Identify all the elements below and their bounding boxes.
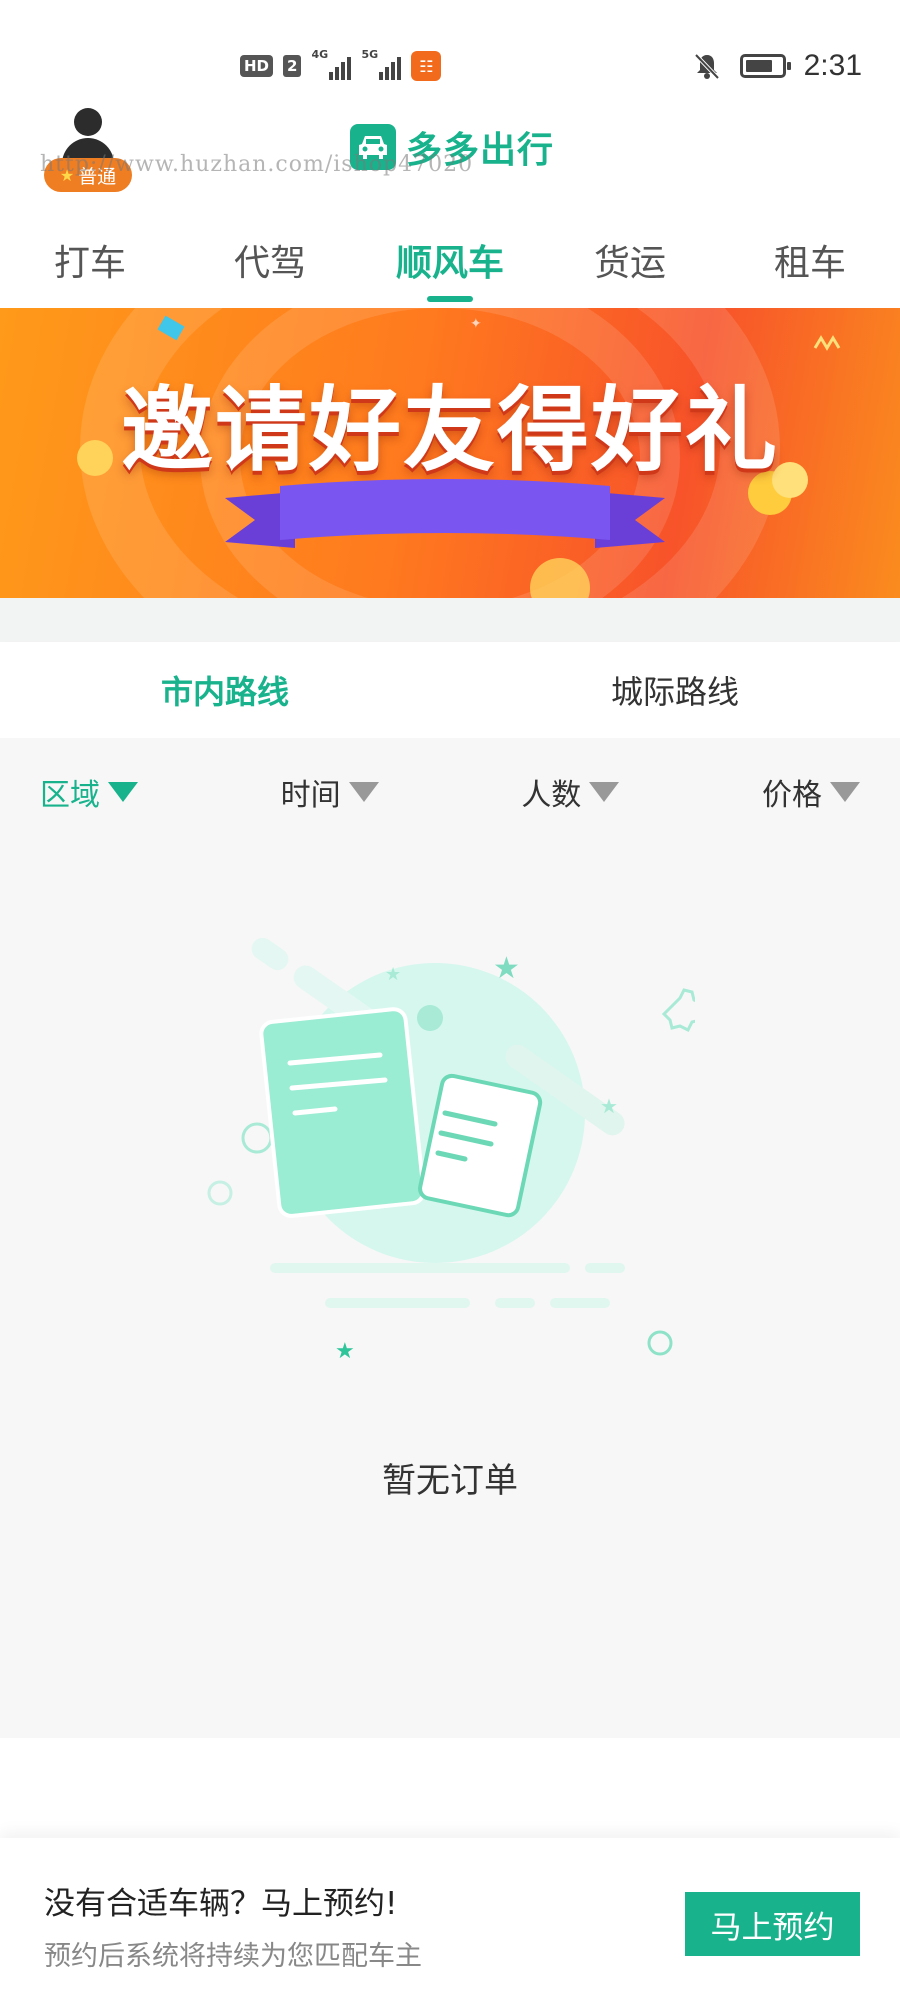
status-bar: HD 2 4G 5G ☷ 2:31 bbox=[0, 0, 900, 100]
signal-5g-icon: 5G bbox=[361, 48, 402, 80]
battery-icon bbox=[739, 54, 791, 78]
tab-designated-driver[interactable]: 代驾 bbox=[180, 210, 360, 310]
watermark-text: http://www.huzhan.com/ishop47020 bbox=[40, 152, 474, 177]
tab-intercity-route[interactable]: 城际路线 bbox=[450, 642, 900, 738]
filter-seats[interactable]: 人数 bbox=[521, 762, 620, 822]
route-tab-label: 城际路线 bbox=[610, 673, 739, 711]
route-switch: 市内路线 城际路线 bbox=[0, 642, 900, 738]
filter-bar: 区域 时间 人数 价格 bbox=[0, 762, 900, 822]
dropdown-triangle-icon bbox=[108, 782, 138, 802]
bell-off-icon bbox=[692, 51, 722, 81]
filter-label: 人数 bbox=[521, 778, 582, 813]
filter-label: 时间 bbox=[280, 778, 341, 813]
tab-label: 代驾 bbox=[233, 243, 306, 284]
tab-label: 租车 bbox=[773, 243, 846, 284]
banner-title: 邀请好友得好礼 bbox=[120, 377, 779, 484]
hd-badge: HD bbox=[240, 55, 274, 77]
tab-taxi[interactable]: 打车 bbox=[0, 210, 180, 310]
filter-area[interactable]: 区域 bbox=[40, 762, 138, 822]
reservation-title: 没有合适车辆？马上预约! bbox=[44, 1886, 398, 1922]
notification-app-icon: ☷ bbox=[411, 51, 442, 81]
banner-ribbon bbox=[225, 479, 665, 548]
bottom-spacer bbox=[0, 1738, 900, 1838]
filter-price[interactable]: 价格 bbox=[762, 762, 860, 822]
network-type-5g: 5G bbox=[361, 48, 379, 61]
dropdown-triangle-icon bbox=[589, 782, 620, 802]
dropdown-triangle-icon bbox=[348, 782, 379, 802]
status-right: 2:31 bbox=[692, 46, 862, 86]
network-type-4g: 4G bbox=[311, 48, 329, 61]
filter-time[interactable]: 时间 bbox=[281, 762, 379, 822]
tab-label: 打车 bbox=[53, 243, 126, 284]
filter-label: 区域 bbox=[40, 778, 100, 813]
avatar-head bbox=[74, 108, 102, 136]
app-header: ★ 普通 多多出行 http://www.huzhan.com/ishop470… bbox=[0, 100, 900, 200]
route-tab-label: 市内路线 bbox=[160, 673, 289, 711]
orders-content: 区域 时间 人数 价格 ★ ★ ★ ★ 暂无订单 bbox=[0, 738, 900, 1738]
tab-car-rental[interactable]: 租车 bbox=[720, 210, 900, 310]
svg-text:★: ★ bbox=[385, 964, 401, 985]
filter-label: 价格 bbox=[761, 778, 822, 813]
tab-label: 货运 bbox=[593, 243, 666, 284]
tab-carpool[interactable]: 顺风车 bbox=[360, 210, 540, 310]
reservation-subtitle: 预约后系统将持续为您匹配车主 bbox=[44, 1941, 422, 1972]
signal-4g-icon: 4G bbox=[311, 48, 352, 80]
section-divider bbox=[0, 598, 900, 642]
sim-badge: 2 bbox=[283, 55, 302, 77]
svg-text:✦: ✦ bbox=[470, 316, 482, 332]
tab-label: 顺风车 bbox=[395, 243, 504, 284]
tab-city-route[interactable]: 市内路线 bbox=[0, 642, 450, 738]
active-tab-indicator bbox=[427, 296, 473, 302]
svg-text:★: ★ bbox=[335, 1339, 355, 1358]
tab-freight[interactable]: 货运 bbox=[540, 210, 720, 310]
reservation-bar: 没有合适车辆？马上预约! 预约后系统将持续为您匹配车主 马上预约 bbox=[0, 1838, 900, 2000]
status-indicators: HD 2 4G 5G ☷ bbox=[240, 48, 442, 84]
empty-orders-illustration: ★ ★ ★ ★ bbox=[207, 937, 695, 1358]
user-avatar[interactable]: ★ 普通 bbox=[44, 108, 134, 192]
status-time: 2:31 bbox=[803, 49, 862, 82]
dropdown-triangle-icon bbox=[829, 782, 860, 802]
reserve-now-button[interactable]: 马上预约 bbox=[685, 1892, 860, 1956]
svg-text:★: ★ bbox=[493, 951, 520, 986]
promo-banner[interactable]: ✦ 邀请好友得好礼 bbox=[0, 308, 900, 598]
empty-state-message: 暂无订单 bbox=[382, 1461, 518, 1501]
service-tabs: 打车 代驾 顺风车 货运 租车 bbox=[0, 210, 900, 310]
svg-text:★: ★ bbox=[600, 1094, 618, 1118]
